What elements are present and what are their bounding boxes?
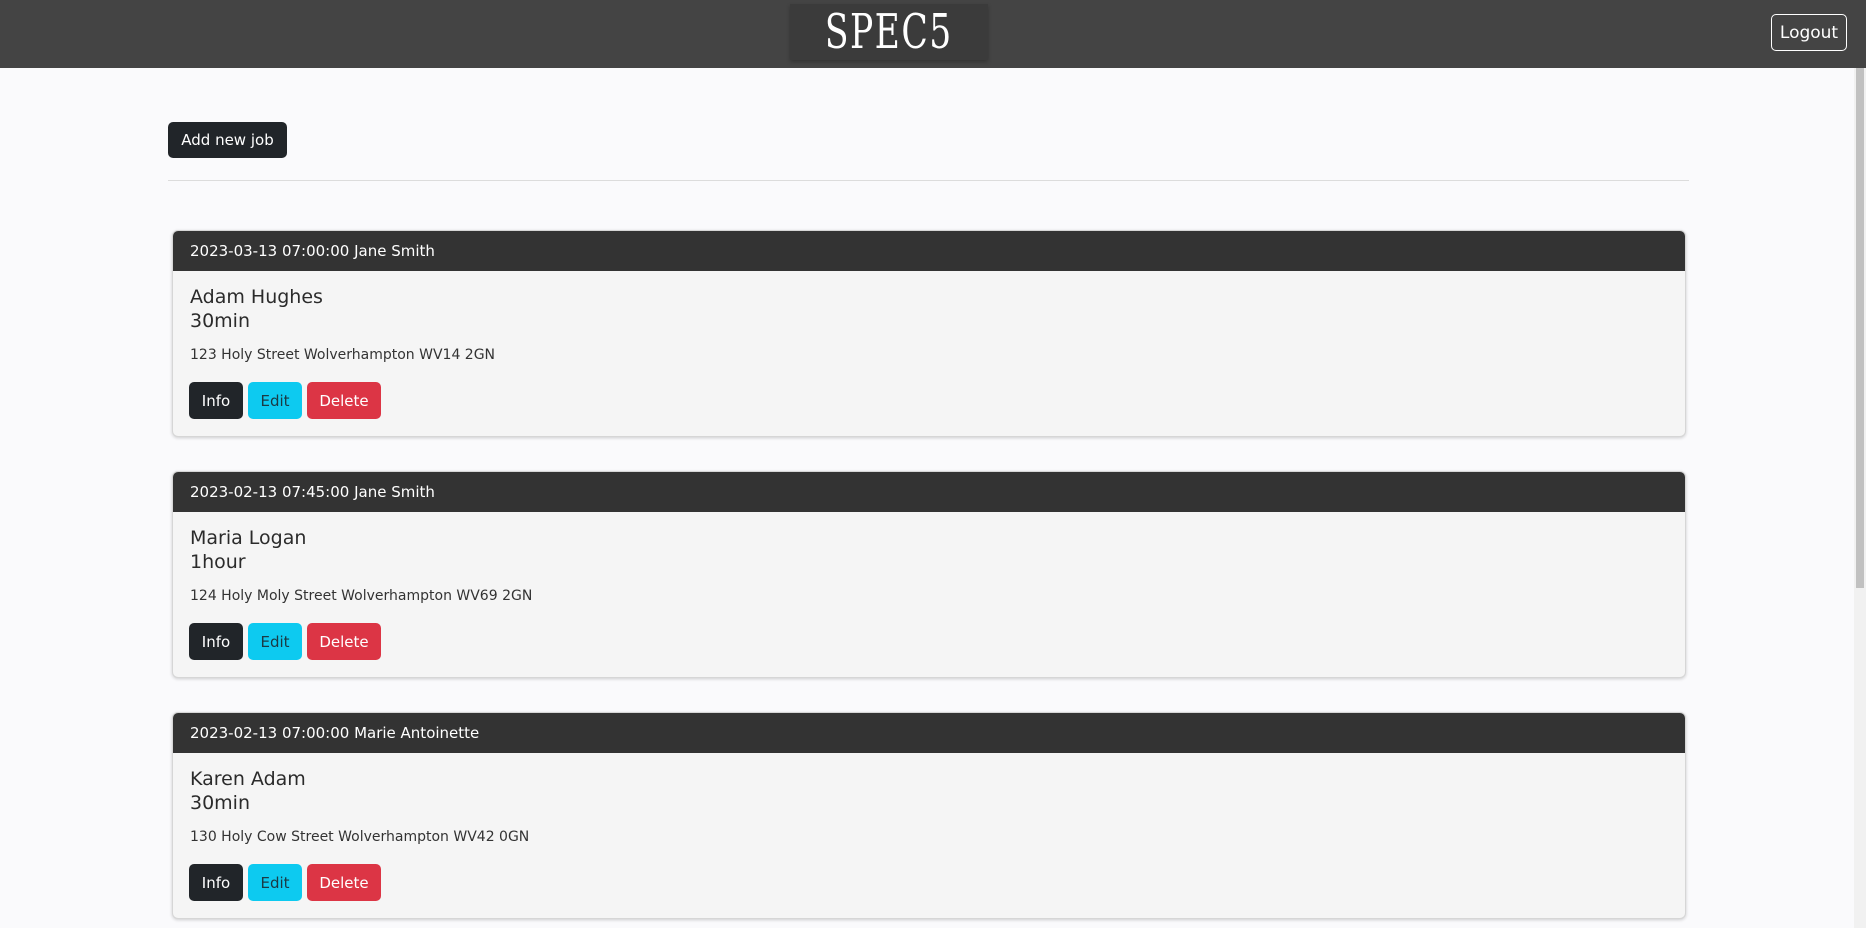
job-card-header: 2023-02-13 07:45:00 Jane Smith	[173, 472, 1685, 512]
job-card: 2023-02-13 07:00:00 Marie Antoinette Kar…	[172, 712, 1686, 919]
edit-button[interactable]: Edit	[248, 382, 302, 419]
info-button[interactable]: Info	[189, 623, 243, 660]
job-address: 130 Holy Cow Street Wolverhampton WV42 0…	[190, 829, 530, 845]
job-card-header: 2023-02-13 07:00:00 Marie Antoinette	[173, 713, 1685, 753]
job-address: 123 Holy Street Wolverhampton WV14 2GN	[190, 347, 496, 363]
delete-button[interactable]: Delete	[307, 382, 381, 419]
info-button[interactable]: Info	[189, 382, 243, 419]
job-card: 2023-03-13 07:00:00 Jane Smith Adam Hugh…	[172, 230, 1686, 437]
job-duration: 30min	[190, 792, 251, 814]
job-duration: 1hour	[190, 551, 246, 573]
delete-button[interactable]: Delete	[307, 623, 381, 660]
job-duration: 30min	[190, 310, 251, 332]
edit-button[interactable]: Edit	[248, 623, 302, 660]
brand-logo[interactable]: SPEC5	[790, 4, 988, 60]
edit-button[interactable]: Edit	[248, 864, 302, 901]
job-customer-name: Maria Logan	[190, 527, 307, 549]
info-button[interactable]: Info	[189, 864, 243, 901]
brand-logo-text: SPEC5	[825, 4, 953, 60]
job-card-header: 2023-03-13 07:00:00 Jane Smith	[173, 231, 1685, 271]
top-navbar: SPEC5 Logout	[0, 0, 1866, 68]
section-divider	[168, 180, 1689, 181]
page-scrollbar[interactable]	[1854, 68, 1866, 928]
job-customer-name: Adam Hughes	[190, 286, 323, 308]
job-card: 2023-02-13 07:45:00 Jane Smith Maria Log…	[172, 471, 1686, 678]
logout-button[interactable]: Logout	[1771, 14, 1847, 51]
job-customer-name: Karen Adam	[190, 768, 306, 790]
add-new-job-button[interactable]: Add new job	[168, 122, 287, 158]
delete-button[interactable]: Delete	[307, 864, 381, 901]
job-address: 124 Holy Moly Street Wolverhampton WV69 …	[190, 588, 533, 604]
scrollbar-thumb[interactable]	[1856, 68, 1864, 588]
